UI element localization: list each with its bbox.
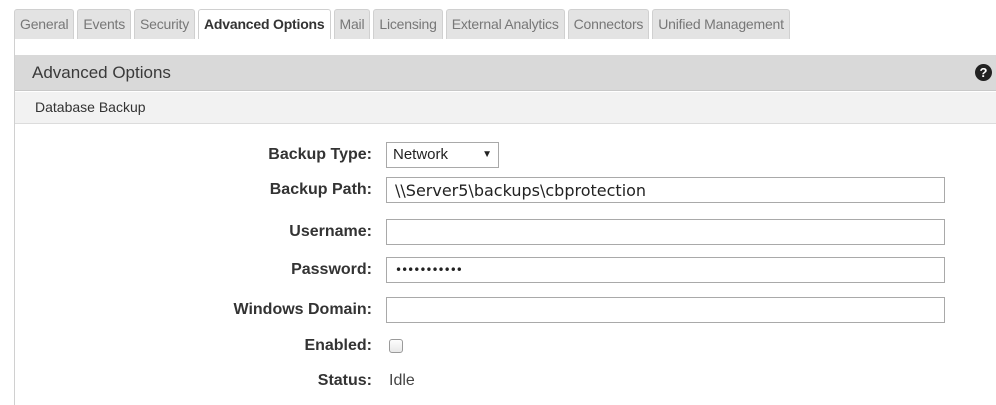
- password-input[interactable]: [386, 257, 945, 283]
- dropdown-arrow-icon: ▼: [482, 149, 492, 160]
- windows-domain-input[interactable]: [386, 297, 945, 323]
- advanced-options-panel: Advanced Options ? Database Backup Backu…: [14, 39, 996, 405]
- backup-type-value: Network: [393, 146, 449, 163]
- backup-path-label: Backup Path:: [269, 181, 372, 198]
- backup-path-input[interactable]: [386, 177, 945, 203]
- panel-header: Advanced Options ?: [15, 55, 996, 91]
- enabled-checkbox[interactable]: [389, 339, 403, 353]
- question-circle-icon[interactable]: ?: [975, 64, 992, 81]
- tab-advanced-options[interactable]: Advanced Options: [198, 9, 331, 39]
- row-enabled: Enabled:: [15, 331, 996, 361]
- row-username: Username:: [15, 217, 996, 247]
- backup-type-select[interactable]: Network ▼: [386, 142, 499, 168]
- tab-mail[interactable]: Mail: [333, 9, 371, 39]
- row-backup-path: Backup Path:: [15, 175, 996, 205]
- status-label: Status:: [317, 372, 372, 389]
- row-status: Status: Idle: [15, 366, 996, 396]
- row-windows-domain: Windows Domain:: [15, 295, 996, 325]
- backup-type-label: Backup Type:: [268, 146, 372, 163]
- tab-security[interactable]: Security: [134, 9, 196, 39]
- tab-bar: General Events Security Advanced Options…: [14, 9, 793, 39]
- section-header: Database Backup: [15, 92, 996, 124]
- row-password: Password:: [15, 255, 996, 285]
- tab-unified-management[interactable]: Unified Management: [652, 9, 790, 39]
- tab-events[interactable]: Events: [77, 9, 132, 39]
- tab-external-analytics[interactable]: External Analytics: [445, 9, 565, 39]
- section-title-database-backup: Database Backup: [35, 99, 146, 115]
- status-value: Idle: [389, 372, 415, 389]
- windows-domain-label: Windows Domain:: [233, 301, 372, 318]
- panel-title: Advanced Options: [32, 63, 171, 82]
- row-backup-type: Backup Type: Network ▼: [15, 140, 996, 170]
- enabled-label: Enabled:: [304, 337, 372, 354]
- tab-licensing[interactable]: Licensing: [373, 9, 443, 39]
- password-label: Password:: [291, 261, 372, 278]
- username-input[interactable]: [386, 219, 945, 245]
- tab-general[interactable]: General: [14, 9, 75, 39]
- username-label: Username:: [289, 223, 372, 240]
- tab-connectors[interactable]: Connectors: [567, 9, 650, 39]
